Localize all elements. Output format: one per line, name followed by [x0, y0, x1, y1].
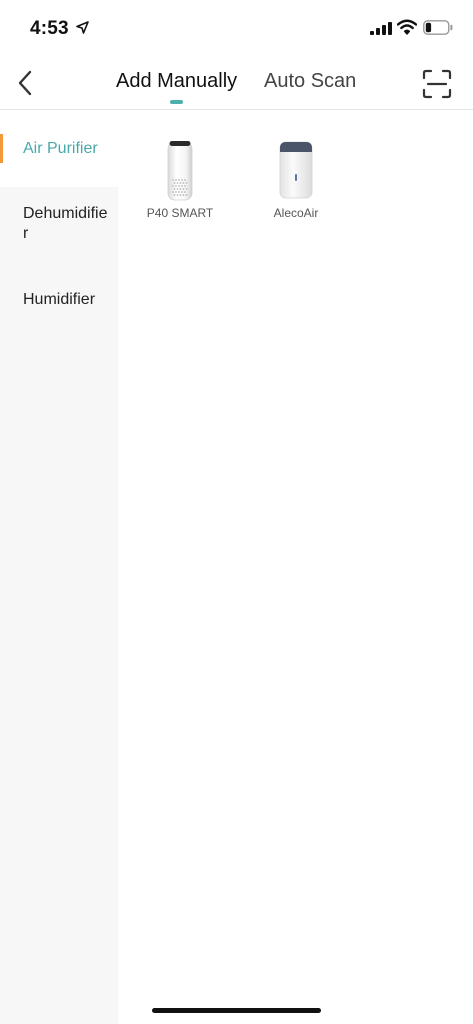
device-card-alecoair[interactable]: AlecoAir: [246, 138, 346, 220]
chevron-left-icon: [18, 70, 32, 96]
sidebar-item-air-purifier[interactable]: Air Purifier: [0, 110, 118, 187]
sidebar-item-dehumidifier[interactable]: Dehumidifier: [0, 204, 118, 244]
home-indicator: [152, 1008, 321, 1013]
status-bar: 4:53: [0, 0, 473, 56]
tab-add-manually[interactable]: Add Manually: [116, 70, 237, 93]
qr-scan-icon[interactable]: [422, 69, 452, 99]
device-grid: P40 SMART AlecoAir: [118, 110, 473, 1024]
back-button[interactable]: [10, 66, 40, 100]
active-category-marker: [0, 134, 3, 163]
cellular-signal-icon: [370, 22, 392, 35]
air-purifier-image: [167, 141, 193, 201]
sidebar-item-humidifier[interactable]: Humidifier: [0, 290, 118, 310]
wifi-icon: [397, 19, 417, 35]
device-card-p40-smart[interactable]: P40 SMART: [130, 138, 230, 220]
active-tab-indicator: [170, 100, 183, 104]
sidebar-item-label: Air Purifier: [23, 140, 98, 157]
dehumidifier-image: [279, 141, 313, 199]
tab-auto-scan[interactable]: Auto Scan: [264, 70, 356, 93]
nav-header: Add Manually Auto Scan: [0, 56, 473, 110]
category-sidebar: Air Purifier Dehumidifier Humidifier: [0, 110, 118, 1024]
sidebar-item-label: Humidifier: [23, 291, 96, 308]
sidebar-item-label: Dehumidifier: [23, 205, 108, 242]
location-arrow-icon: [76, 21, 89, 34]
battery-icon: [423, 20, 453, 35]
device-label: AlecoAir: [273, 206, 319, 220]
device-label: P40 SMART: [146, 206, 214, 220]
status-time: 4:53: [30, 18, 69, 39]
